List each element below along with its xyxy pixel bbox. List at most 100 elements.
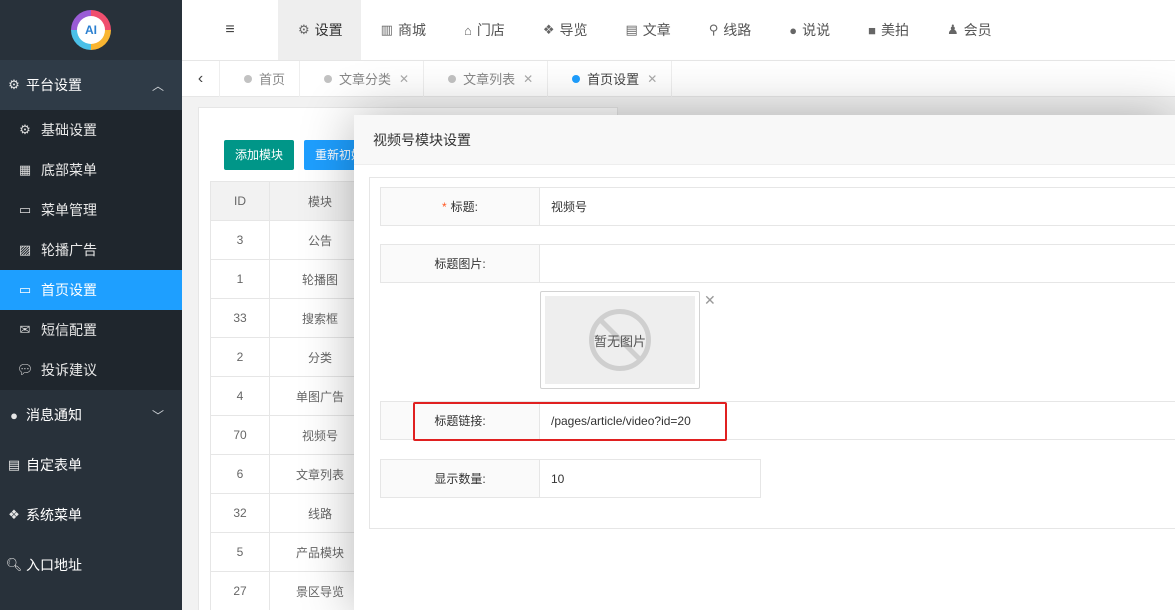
topnav-label: 美拍: [881, 22, 910, 38]
tab-home[interactable]: 首页: [220, 60, 301, 97]
table-row[interactable]: 3 公告: [210, 220, 371, 260]
display-count-label: 显示数量:: [380, 459, 540, 498]
image-preview[interactable]: 暂无图片: [540, 291, 700, 389]
search-icon: 🔍︎: [5, 557, 23, 572]
form-icon: ▤: [7, 457, 21, 472]
module-table: ID 模块 3 公告 1 轮播图 33 搜索框 2 分类 4 单图广告 70 视频号 6 文章…: [210, 181, 371, 610]
table-row[interactable]: 33 搜索框: [210, 298, 371, 338]
topnav-label: 会员: [963, 22, 992, 38]
required-mark: *: [441, 199, 447, 214]
title-image-label: 标题图片:: [380, 244, 540, 283]
cell-id: 6: [210, 454, 270, 494]
gear-icon: ⚙: [19, 122, 31, 137]
tab-article-categories[interactable]: 文章分类 ✕: [300, 60, 425, 97]
user-icon: ♟: [947, 22, 959, 37]
cell-id: 32: [210, 493, 270, 533]
sidebar-item-basic-settings[interactable]: ⚙ 基础设置: [0, 110, 182, 150]
cell-id: 3: [210, 220, 270, 260]
table-row[interactable]: 1 轮播图: [210, 259, 371, 299]
topnav-item-settings[interactable]: ⚙ 设置: [278, 0, 361, 60]
image-icon: ▨: [18, 242, 32, 257]
title-link-label: 标题链接:: [380, 401, 540, 440]
topnav-item-members[interactable]: ♟ 会员: [927, 0, 1010, 60]
sidebar-item-homepage-settings[interactable]: ▭ 首页设置: [0, 270, 182, 310]
sidebar-item-complaints[interactable]: 💬︎ 投诉建议: [0, 350, 182, 390]
remove-image-icon[interactable]: ✕: [704, 292, 716, 309]
close-icon[interactable]: ✕: [647, 72, 657, 86]
sidebar-item-sms-config[interactable]: ✉ 短信配置: [0, 310, 182, 350]
tab-label: 文章分类: [339, 72, 392, 87]
tab-dot: [448, 74, 457, 83]
sidebar-item-bottom-menu[interactable]: ▦ 底部菜单: [0, 150, 182, 190]
title-input[interactable]: 视频号: [540, 187, 1175, 226]
table-row[interactable]: 27 景区导览: [210, 571, 371, 610]
topnav-item-stores[interactable]: ⌂ 门店: [444, 0, 523, 60]
cell-id: 70: [210, 415, 270, 455]
title-label: * 标题:: [380, 187, 540, 226]
sidebar-group-label: 消息通知: [26, 407, 82, 423]
wechat-icon: ●: [789, 22, 798, 38]
sidebar-group-platform-settings[interactable]: ⚙ 平台设置 ︿: [0, 60, 182, 110]
cell-id: 5: [210, 532, 270, 572]
table-row[interactable]: 6 文章列表: [210, 454, 371, 494]
topnav-item-shop[interactable]: ▥ 商城: [361, 0, 444, 60]
shop-icon: ▥: [380, 22, 393, 37]
route-icon: ⚲: [708, 22, 719, 37]
monitor-icon: ▭: [18, 282, 32, 297]
sidebar-group-notifications[interactable]: ● 消息通知 ﹀: [0, 390, 182, 440]
sidebar-group-label: 自定表单: [26, 457, 82, 473]
image-placeholder: 暂无图片: [545, 296, 695, 384]
settings-form: * 标题: 视频号 标题图片: 暂无图片 ✕ 标题链接: /pages/artic…: [369, 177, 1175, 529]
table-row[interactable]: 5 产品模块: [210, 532, 371, 572]
sidebar-item-carousel-ads[interactable]: ▨ 轮播广告: [0, 230, 182, 270]
topnav-label: 商城: [397, 22, 426, 38]
title-image-input[interactable]: [540, 244, 1175, 283]
sidebar-item-label: 投诉建议: [41, 362, 97, 378]
sidebar-group-custom-forms[interactable]: ▤ 自定表单: [0, 440, 182, 490]
sidebar-item-label: 轮播广告: [41, 242, 97, 258]
topnav-item-photos[interactable]: ■ 美拍: [848, 0, 927, 60]
tab-article-list[interactable]: 文章列表 ✕: [424, 60, 549, 97]
monitor-icon: ▭: [18, 202, 32, 217]
tab-homepage-settings[interactable]: 首页设置 ✕: [548, 60, 673, 97]
sidebar-sub-list: ⚙ 基础设置 ▦ 底部菜单 ▭ 菜单管理 ▨ 轮播广告 ▭ 首页设置 ✉ 短信配置 💬︎ 投诉…: [0, 110, 182, 390]
topnav-item-routes[interactable]: ⚲ 线路: [689, 0, 770, 60]
topnav-label: 说说: [802, 22, 831, 38]
tab-bar: ‹ 首页 文章分类 ✕ 文章列表 ✕ 首页设置 ✕: [182, 60, 1175, 97]
sidebar-group-system-menu[interactable]: ❖ 系统菜单: [0, 490, 182, 540]
title-link-field-row: 标题链接: /pages/article/video?id=20: [380, 401, 1175, 440]
sidebar-group-entry-urls[interactable]: 🔍︎ 入口地址: [0, 540, 182, 590]
close-icon[interactable]: ✕: [399, 72, 409, 86]
cell-id: 27: [210, 571, 270, 610]
display-count-input[interactable]: 10: [540, 459, 761, 498]
video-camera-icon: ■: [868, 22, 877, 38]
title-link-input[interactable]: /pages/article/video?id=20: [540, 401, 1175, 440]
topnav-item-articles[interactable]: ▤ 文章: [605, 0, 688, 60]
chevron-down-icon: ﹀: [151, 409, 164, 423]
column-header-id: ID: [210, 181, 270, 221]
table-header-row: ID 模块: [210, 181, 371, 221]
table-row[interactable]: 70 视频号: [210, 415, 371, 455]
topnav-label: 设置: [314, 22, 343, 38]
add-module-button[interactable]: 添加模块: [224, 140, 295, 170]
table-row[interactable]: 32 线路: [210, 493, 371, 533]
topnav-item-guide[interactable]: ❖ 导览: [523, 0, 606, 60]
logo[interactable]: AI: [71, 10, 111, 50]
cell-id: 4: [210, 376, 270, 416]
sidebar-item-label: 基础设置: [41, 122, 97, 138]
sidebar-item-menu-management[interactable]: ▭ 菜单管理: [0, 190, 182, 230]
cubes-icon: ❖: [542, 22, 555, 37]
chevron-left-icon[interactable]: ‹: [182, 60, 220, 97]
cell-id: 2: [210, 337, 270, 377]
table-row[interactable]: 4 单图广告: [210, 376, 371, 416]
display-count-field-row: 显示数量: 10: [380, 459, 761, 498]
topnav-label: 文章: [642, 22, 671, 38]
cogs-icon: ⚙: [298, 22, 310, 37]
topnav-item-posts[interactable]: ● 说说: [769, 0, 848, 60]
menu-toggle-icon[interactable]: ≡: [182, 0, 278, 60]
topnav-label: 导览: [559, 22, 588, 38]
close-icon[interactable]: ✕: [523, 72, 533, 86]
newspaper-icon: ▤: [625, 22, 638, 37]
sidebar-item-label: 短信配置: [41, 322, 97, 338]
table-row[interactable]: 2 分类: [210, 337, 371, 377]
